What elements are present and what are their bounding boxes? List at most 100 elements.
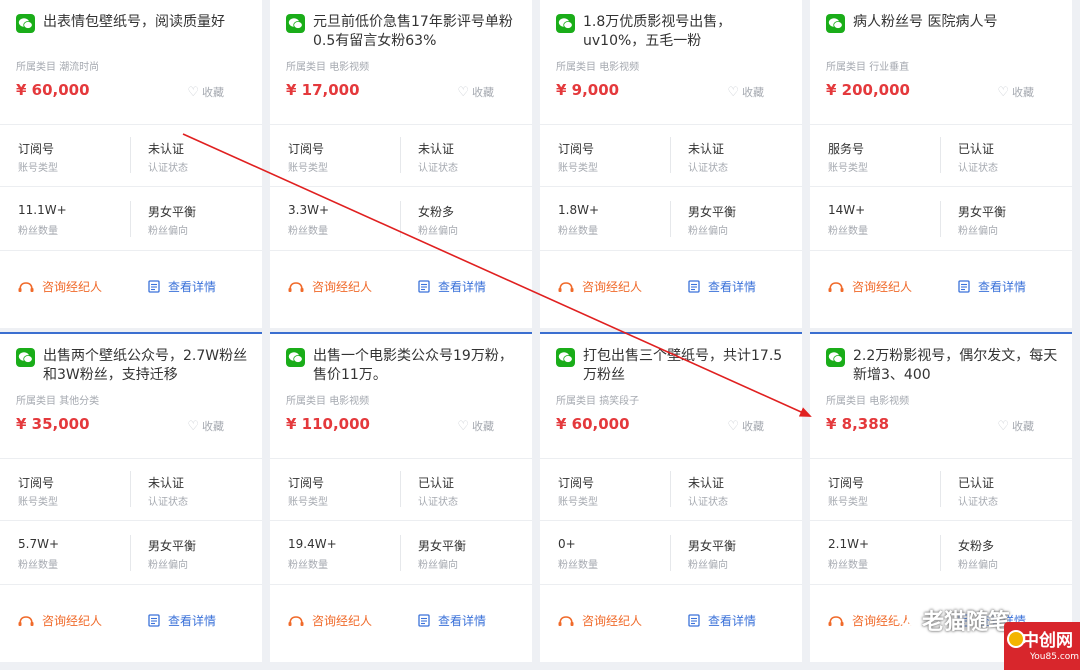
document-icon <box>148 613 168 627</box>
view-detail-button[interactable]: 查看详情 <box>148 278 216 295</box>
view-detail-button[interactable]: 查看详情 <box>958 278 1026 295</box>
listing-grid: 出表情包壁纸号，阅读质量好 所属类目 潮流时尚 ¥ 60,000 ♡ 收藏 订阅号 账号类型… <box>0 0 1080 670</box>
listing-card[interactable]: 病人粉丝号 医院病人号 所属类目 行业垂直 ¥ 200,000 ♡ 收藏 服务号 账号类型 已… <box>810 0 1072 328</box>
fans-gender-label: 粉丝偏向 <box>688 226 728 237</box>
card-price: ¥ 35,000 <box>16 415 90 433</box>
wechat-icon <box>286 348 305 367</box>
account-type: 订阅号 <box>828 476 865 490</box>
card-title[interactable]: 出售两个壁纸公众号，2.7W粉丝和3W粉丝，支持迁移 <box>43 347 248 385</box>
card-title[interactable]: 元旦前低价急售17年影评号单粉0.5有留言女粉63% <box>313 13 518 51</box>
wechat-icon <box>826 348 845 367</box>
wechat-icon <box>286 14 305 33</box>
watermark-text: 老猫随笔 <box>921 610 1010 635</box>
heart-icon: ♡ <box>187 419 199 434</box>
card-price: ¥ 60,000 <box>16 81 90 99</box>
consult-agent-button[interactable]: 咨询经纪人 <box>288 612 372 629</box>
favorite-button[interactable]: ♡ 收藏 <box>997 418 1034 434</box>
favorite-button[interactable]: ♡ 收藏 <box>187 84 224 100</box>
consult-agent-button[interactable]: 咨询经纪人 <box>828 278 912 295</box>
account-type: 订阅号 <box>558 476 595 490</box>
view-detail-button[interactable]: 查看详情 <box>418 278 486 295</box>
favorite-button[interactable]: ♡ 收藏 <box>727 418 764 434</box>
view-detail-button[interactable]: 查看详情 <box>688 612 756 629</box>
heart-icon: ♡ <box>727 419 739 434</box>
fans-gender: 男女平衡 <box>688 205 737 219</box>
wechat-icon <box>16 348 35 367</box>
consult-agent-button[interactable]: 咨询经纪人 <box>18 612 102 629</box>
card-title[interactable]: 出售一个电影类公众号19万粉，售价11万。 <box>313 347 518 385</box>
auth-status: 未认证 <box>688 476 725 490</box>
auth-status: 未认证 <box>148 142 185 156</box>
card-title[interactable]: 病人粉丝号 医院病人号 <box>853 13 1058 32</box>
headset-icon <box>288 279 312 293</box>
wechat-icon <box>826 14 845 33</box>
card-price: ¥ 8,388 <box>826 415 890 433</box>
fans-count: 14W+ <box>828 203 866 217</box>
auth-status-label: 认证状态 <box>688 497 728 508</box>
fans-count-label: 粉丝数量 <box>18 560 58 571</box>
fans-gender-label: 粉丝偏向 <box>148 560 188 571</box>
account-type: 订阅号 <box>288 142 325 156</box>
headset-icon <box>288 613 312 627</box>
view-detail-button[interactable]: 查看详情 <box>688 278 756 295</box>
card-title[interactable]: 1.8万优质影视号出售，uv10%，五毛一粉 <box>583 13 788 51</box>
card-category: 所属类目 搞笑段子 <box>556 396 640 407</box>
card-price: ¥ 60,000 <box>556 415 630 433</box>
heart-icon: ♡ <box>187 85 199 100</box>
card-category: 所属类目 其他分类 <box>16 396 100 407</box>
card-title[interactable]: 打包出售三个壁纸号，共计17.5万粉丝 <box>583 347 788 385</box>
listing-card[interactable]: 1.8万优质影视号出售，uv10%，五毛一粉 所属类目 电影视频 ¥ 9,000 ♡ 收… <box>540 0 802 328</box>
view-detail-button[interactable]: 查看详情 <box>418 612 486 629</box>
card-title[interactable]: 出表情包壁纸号，阅读质量好 <box>43 13 248 32</box>
card-header: 元旦前低价急售17年影评号单粉0.5有留言女粉63% <box>286 14 518 54</box>
view-detail-button[interactable]: 查看详情 <box>148 612 216 629</box>
account-type-label: 账号类型 <box>18 163 58 174</box>
consult-agent-button[interactable]: 咨询经纪人 <box>288 278 372 295</box>
card-category: 所属类目 电影视频 <box>286 396 370 407</box>
auth-status-label: 认证状态 <box>418 497 458 508</box>
wechat-icon <box>556 348 575 367</box>
fans-count: 0+ <box>558 537 576 551</box>
favorite-button[interactable]: ♡ 收藏 <box>187 418 224 434</box>
auth-status-label: 认证状态 <box>418 163 458 174</box>
document-icon <box>958 279 978 293</box>
heart-icon: ♡ <box>727 85 739 100</box>
listing-card[interactable]: 打包出售三个壁纸号，共计17.5万粉丝所属类目 搞笑段子 ¥ 60,000 ♡ 收藏订… <box>540 332 802 662</box>
fans-count-label: 粉丝数量 <box>288 226 328 237</box>
favorite-button[interactable]: ♡ 收藏 <box>457 418 494 434</box>
auth-status-label: 认证状态 <box>148 497 188 508</box>
auth-status: 未认证 <box>418 142 455 156</box>
listing-card[interactable]: 元旦前低价急售17年影评号单粉0.5有留言女粉63% 所属类目 电影视频 ¥ 17,… <box>270 0 532 328</box>
consult-agent-button[interactable]: 咨询经纪人 <box>18 278 102 295</box>
card-header: 打包出售三个壁纸号，共计17.5万粉丝 <box>556 348 788 388</box>
heart-icon: ♡ <box>457 419 469 434</box>
wechat-icon <box>556 14 575 33</box>
account-type: 订阅号 <box>18 142 55 156</box>
card-header: 2.2万粉影视号，偶尔发文，每天新增3、400 <box>826 348 1058 388</box>
listing-card[interactable]: 出表情包壁纸号，阅读质量好 所属类目 潮流时尚 ¥ 60,000 ♡ 收藏 订阅号 账号类型… <box>0 0 262 328</box>
fans-gender: 女粉多 <box>958 539 995 553</box>
heart-icon: ♡ <box>997 85 1009 100</box>
auth-status: 已认证 <box>418 476 455 490</box>
favorite-button[interactable]: ♡ 收藏 <box>727 84 764 100</box>
listing-card[interactable]: 出售一个电影类公众号19万粉，售价11万。 所属类目 电影视频 ¥ 110,000 ♡… <box>270 332 532 662</box>
fans-count: 5.7W+ <box>18 537 60 551</box>
card-category: 所属类目 电影视频 <box>286 62 370 73</box>
wechat-icon <box>16 14 35 33</box>
account-type: 订阅号 <box>18 476 55 490</box>
fans-count: 2.1W+ <box>828 537 870 551</box>
card-title[interactable]: 2.2万粉影视号，偶尔发文，每天新增3、400 <box>853 347 1058 385</box>
auth-status-label: 认证状态 <box>958 163 998 174</box>
fans-count-label: 粉丝数量 <box>288 560 328 571</box>
favorite-button[interactable]: ♡ 收藏 <box>457 84 494 100</box>
consult-agent-button[interactable]: 咨询经纪人 <box>558 278 642 295</box>
favorite-button[interactable]: ♡ 收藏 <box>997 84 1034 100</box>
fans-gender: 男女平衡 <box>688 539 737 553</box>
fans-count-label: 粉丝数量 <box>828 226 868 237</box>
account-type-label: 账号类型 <box>558 163 598 174</box>
fans-gender: 男女平衡 <box>958 205 1007 219</box>
consult-agent-button[interactable]: 咨询经纪人 <box>558 612 642 629</box>
card-header: 病人粉丝号 医院病人号 <box>826 14 1058 54</box>
listing-card[interactable]: 出售两个壁纸公众号，2.7W粉丝和3W粉丝，支持迁移所属类目 其他分类 ¥ 35,… <box>0 332 262 662</box>
headset-icon <box>558 279 582 293</box>
